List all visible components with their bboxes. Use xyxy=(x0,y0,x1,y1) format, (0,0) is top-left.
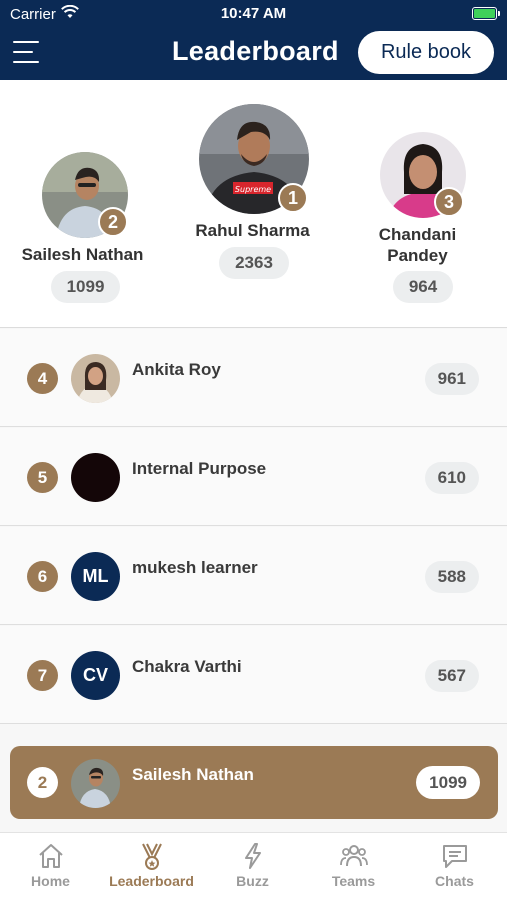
tab-label: Chats xyxy=(435,873,474,889)
tab-leaderboard[interactable]: Leaderboard xyxy=(101,833,202,900)
avatar xyxy=(71,453,120,502)
tab-label: Teams xyxy=(331,873,376,889)
leaderboard-row[interactable]: 7 CV Chakra Varthi 567 xyxy=(0,626,507,724)
tab-buzz[interactable]: Buzz xyxy=(202,833,303,900)
player-score: 567 xyxy=(424,660,479,692)
player-name: Sailesh Nathan xyxy=(132,765,254,784)
rule-book-button[interactable]: Rule book xyxy=(358,31,494,74)
battery-icon xyxy=(472,7,500,20)
player-score: 2363 xyxy=(219,247,289,279)
lightning-icon xyxy=(245,843,261,869)
avatar-initials: CV xyxy=(71,651,120,700)
rank-badge: 7 xyxy=(27,660,58,691)
podium-third[interactable]: 3 Chandani Pandey 964 xyxy=(350,80,490,320)
rank-badge: 2 xyxy=(98,207,128,237)
rank-badge: 6 xyxy=(27,561,58,592)
teams-icon xyxy=(340,845,368,867)
app-header: Carrier 10:47 AM Leaderboard Rule book xyxy=(0,0,507,80)
player-name: mukesh learner xyxy=(132,558,258,577)
player-score: 1099 xyxy=(51,271,120,303)
player-name: Chandani Pandey xyxy=(378,225,457,265)
rank-badge: 1 xyxy=(278,183,308,213)
player-name: Rahul Sharma xyxy=(195,221,310,240)
avatar xyxy=(71,354,120,403)
menu-icon[interactable] xyxy=(13,39,41,67)
player-name: Ankita Roy xyxy=(132,360,221,379)
player-score: 1099 xyxy=(416,766,480,799)
rank-badge: 5 xyxy=(27,462,58,493)
player-score: 588 xyxy=(424,561,479,593)
chat-icon xyxy=(443,845,467,868)
tab-label: Home xyxy=(31,873,70,889)
rank-badge: 4 xyxy=(27,363,58,394)
avatar xyxy=(71,759,120,808)
leaderboard-row[interactable]: 6 ML mukesh learner 588 xyxy=(0,527,507,625)
player-name: Sailesh Nathan xyxy=(21,245,144,264)
player-score: 610 xyxy=(424,462,479,494)
tab-teams[interactable]: Teams xyxy=(303,833,404,900)
svg-text:Supreme: Supreme xyxy=(235,185,271,194)
medal-icon xyxy=(142,843,162,870)
page-title: Leaderboard xyxy=(172,36,339,66)
player-score: 961 xyxy=(424,363,479,395)
tab-label: Buzz xyxy=(236,873,269,889)
podium-first[interactable]: Supreme 1 Rahul Sharma 2363 xyxy=(180,80,325,320)
current-user-row[interactable]: 2 Sailesh Nathan 1099 xyxy=(10,746,498,819)
bottom-tab-bar: Home Leaderboard Buzz Teams Chats xyxy=(0,832,507,900)
status-time: 10:47 AM xyxy=(220,5,287,22)
leaderboard-row[interactable]: 5 Internal Purpose 610 xyxy=(0,428,507,526)
rank-badge: 2 xyxy=(27,767,58,798)
tab-home[interactable]: Home xyxy=(0,833,101,900)
leaderboard-row[interactable]: 4 Ankita Roy 961 xyxy=(0,329,507,427)
tab-chats[interactable]: Chats xyxy=(404,833,505,900)
rank-badge: 3 xyxy=(434,187,464,217)
player-name: Internal Purpose xyxy=(132,459,267,478)
avatar-initials: ML xyxy=(71,552,120,601)
top-three-podium: 2 Sailesh Nathan 1099 Supreme 1 Rahul Sh… xyxy=(0,80,507,328)
player-score: 964 xyxy=(393,271,453,303)
status-bar: Carrier 10:47 AM xyxy=(0,0,507,28)
player-name: Chakra Varthi xyxy=(132,657,242,676)
podium-second[interactable]: 2 Sailesh Nathan 1099 xyxy=(10,80,155,320)
tab-label: Leaderboard xyxy=(109,873,194,889)
home-icon xyxy=(39,844,63,868)
